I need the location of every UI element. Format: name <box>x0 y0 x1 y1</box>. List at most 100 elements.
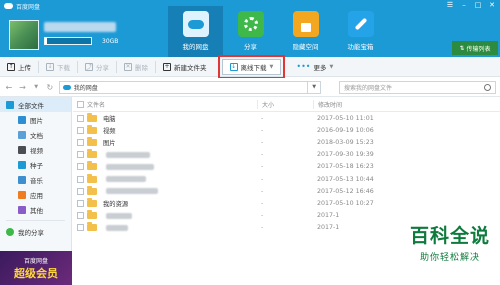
sidebar-item-other[interactable]: 其他 <box>0 202 71 217</box>
nav-my-disk[interactable]: 我的网盘 <box>168 6 223 57</box>
window-controls: ☰ – □ ✕ <box>446 1 496 9</box>
file-modified-date: 2017-1 <box>317 212 340 220</box>
sidebar-item-apps[interactable]: 应用 <box>0 187 71 202</box>
music-icon <box>18 175 26 184</box>
sidebar-item-torrents[interactable]: 种子 <box>0 157 71 172</box>
select-all-checkbox[interactable] <box>73 100 87 108</box>
path-dropdown-icon[interactable]: ▼ <box>308 80 321 94</box>
close-icon[interactable]: ✕ <box>488 1 496 9</box>
forward-arrow-icon[interactable]: → <box>18 83 28 92</box>
file-name-cell[interactable]: 视频 <box>87 124 257 135</box>
file-modified-date: 2017-1 <box>317 224 340 232</box>
toolbox-icon <box>347 11 374 37</box>
minimize-icon[interactable]: – <box>460 1 468 9</box>
nav-hidden-space[interactable]: 隐藏空间 <box>278 6 333 57</box>
share-button[interactable]: ⤴ 分享 <box>78 59 116 75</box>
search-icon[interactable] <box>484 83 492 91</box>
table-row[interactable]: - 2017-05-18 16:23 <box>73 161 500 173</box>
nav-toolbox[interactable]: 功能宝箱 <box>333 6 388 57</box>
table-row[interactable]: - 2017-05-13 10:44 <box>73 173 500 185</box>
sidebar-item-label: 其他 <box>30 206 43 215</box>
row-checkbox[interactable] <box>73 151 87 159</box>
avatar[interactable] <box>9 20 39 50</box>
sidebar-item-label: 种子 <box>30 161 43 170</box>
quota-bar <box>44 37 92 45</box>
file-modified-date: 2017-05-10 11:01 <box>317 114 374 122</box>
new-folder-label: 新建文件夹 <box>174 63 207 72</box>
history-dropdown-icon[interactable]: ▼ <box>31 84 41 90</box>
column-label: 大小 <box>262 101 275 109</box>
divider <box>6 220 65 221</box>
username[interactable] <box>44 22 116 32</box>
redacted-file-name <box>106 151 150 158</box>
file-name-cell[interactable] <box>87 173 257 183</box>
folder-icon <box>87 222 97 232</box>
table-row[interactable]: - 2017-05-12 16:46 <box>73 185 500 197</box>
redacted-file-name <box>106 188 158 195</box>
skin-icon[interactable]: ☰ <box>446 1 454 9</box>
sidebar-item-all-files[interactable]: 全部文件 <box>0 97 71 112</box>
row-checkbox[interactable] <box>73 175 87 183</box>
sidebar-item-images[interactable]: 图片 <box>0 112 71 127</box>
refresh-icon[interactable]: ↻ <box>45 83 55 92</box>
file-name-cell[interactable]: 电脑 <box>87 112 257 123</box>
watermark-subtitle: 助你轻松解决 <box>419 253 480 263</box>
row-checkbox[interactable] <box>73 187 87 195</box>
column-header-size[interactable]: 大小 <box>257 99 313 109</box>
offline-download-button[interactable]: ↓ 离线下载 ▼ <box>217 54 286 79</box>
file-name: 图片 <box>103 139 116 147</box>
file-name-cell[interactable] <box>87 161 257 171</box>
torrent-icon <box>18 160 26 169</box>
file-name-cell[interactable] <box>87 149 257 159</box>
nav-share[interactable]: 分享 <box>223 6 278 57</box>
delete-button[interactable]: ✕ 删除 <box>117 59 155 75</box>
new-folder-button[interactable]: + 新建文件夹 <box>156 59 214 75</box>
document-icon <box>18 130 26 139</box>
row-checkbox[interactable] <box>73 138 87 146</box>
search-input[interactable]: 搜索我的网盘文件 <box>339 80 497 94</box>
transfer-list-button[interactable]: ⇅ 传输列表 <box>452 41 498 55</box>
column-header-name[interactable]: 文件名 <box>87 100 257 109</box>
sidebar-item-videos[interactable]: 视频 <box>0 142 71 157</box>
column-label: 文件名 <box>87 101 106 109</box>
file-size: - <box>261 199 264 207</box>
maximize-icon[interactable]: □ <box>474 1 482 9</box>
file-name-cell[interactable] <box>87 185 257 195</box>
upload-button[interactable]: ↑ 上传 <box>0 59 38 75</box>
folder-icon <box>87 136 97 146</box>
more-button[interactable]: ••• 更多 ▼ <box>289 59 340 75</box>
row-checkbox[interactable] <box>73 224 87 232</box>
breadcrumb[interactable]: 我的网盘 <box>58 80 309 94</box>
sidebar-item-music[interactable]: 音乐 <box>0 172 71 187</box>
table-row[interactable]: - 2017-1 <box>73 210 500 222</box>
table-row[interactable]: 我的资源 - 2017-05-10 10:27 <box>73 197 500 209</box>
file-modified-date: 2017-05-18 16:23 <box>317 163 374 171</box>
new-folder-icon: + <box>163 62 171 71</box>
table-row[interactable]: 图片 - 2018-03-09 15:23 <box>73 136 500 148</box>
table-row[interactable]: - 2017-09-30 19:39 <box>73 149 500 161</box>
column-header-date[interactable]: 修改时间 <box>313 99 393 109</box>
file-size: - <box>261 187 264 195</box>
share-toolbar-icon: ⤴ <box>85 62 93 71</box>
table-row[interactable]: 视频 - 2016-09-19 10:06 <box>73 124 500 136</box>
row-checkbox[interactable] <box>73 212 87 220</box>
row-checkbox[interactable] <box>73 126 87 134</box>
row-checkbox[interactable] <box>73 163 87 171</box>
other-icon <box>18 205 26 214</box>
download-button[interactable]: ↓ 下载 <box>39 59 77 75</box>
row-checkbox[interactable] <box>73 199 87 207</box>
back-arrow-icon[interactable]: ← <box>4 83 14 92</box>
file-name-cell[interactable] <box>87 222 257 232</box>
file-size: - <box>261 138 264 146</box>
sidebar-item-my-share[interactable]: 我的分享 <box>0 224 71 239</box>
row-checkbox[interactable] <box>73 114 87 122</box>
file-name-cell[interactable] <box>87 210 257 220</box>
file-modified-date: 2017-05-10 10:27 <box>317 199 374 207</box>
video-icon <box>18 145 26 154</box>
vip-promo-banner[interactable]: 百度网盘 超级会员 <box>0 251 72 285</box>
table-row[interactable]: 电脑 - 2017-05-10 11:01 <box>73 112 500 124</box>
sidebar-item-documents[interactable]: 文档 <box>0 127 71 142</box>
file-name-cell[interactable]: 我的资源 <box>87 197 257 208</box>
nav-label: 分享 <box>244 43 257 51</box>
file-name-cell[interactable]: 图片 <box>87 136 257 147</box>
